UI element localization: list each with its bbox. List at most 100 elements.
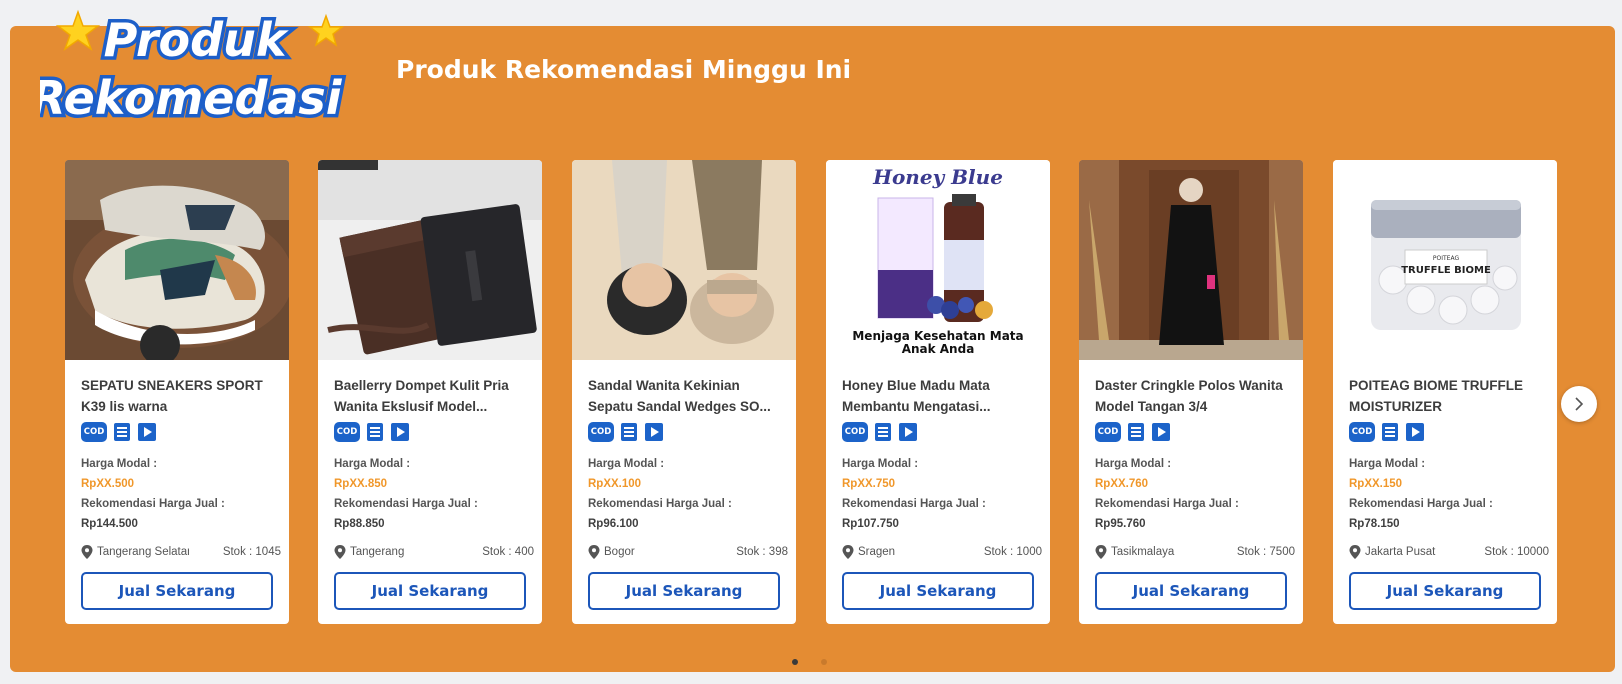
product-image-brand: Honey Blue [872, 165, 1003, 189]
jual-sekarang-button[interactable]: Jual Sekarang [1095, 572, 1287, 610]
product-name[interactable]: SEPATU SNEAKERS SPORT K39 lis warna [81, 375, 281, 417]
video-icon [1152, 423, 1170, 441]
rekomendasi-harga-value: Rp88.850 [334, 518, 385, 530]
rekomendasi-harga-value: Rp144.500 [81, 518, 138, 530]
video-icon [645, 423, 663, 441]
location-pin-icon [334, 545, 346, 559]
location-pin-icon [1095, 545, 1107, 559]
product-card[interactable]: Honey Blue Menjaga Kesehatan Mata Anak A… [826, 160, 1050, 624]
product-card[interactable]: Daster Cringkle Polos Wanita Model Tanga… [1079, 160, 1303, 624]
pagination-dot-active[interactable] [792, 659, 798, 665]
location-city: Tangerang [350, 546, 405, 558]
product-image[interactable] [1079, 160, 1303, 360]
rekomendasi-harga-value: Rp95.760 [1095, 518, 1146, 530]
rekomendasi-harga-value: Rp96.100 [588, 518, 639, 530]
video-icon [138, 423, 156, 441]
harga-modal-value: RpXX.760 [1095, 478, 1149, 490]
product-card[interactable]: POITEAG TRUFFLE BIOME POITEAG BIOME TRUF… [1333, 160, 1557, 624]
document-icon [114, 423, 130, 441]
produk-rekomendasi-logo: Produk Rekomedasi [27, 4, 360, 134]
product-image[interactable] [572, 160, 796, 360]
harga-modal-value: RpXX.850 [334, 478, 388, 490]
carousel-next-button[interactable] [1561, 386, 1597, 422]
product-name[interactable]: Honey Blue Madu Mata Membantu Mengatasi.… [842, 375, 1042, 417]
pagination-dot[interactable] [821, 659, 827, 665]
product-card[interactable]: Baellerry Dompet Kulit Pria Wanita Ekslu… [318, 160, 542, 624]
stock-count: Stok : 1000 [983, 546, 1042, 558]
product-card[interactable]: Sandal Wanita Kekinian Sepatu Sandal Wed… [572, 160, 796, 624]
location-city: Sragen [858, 546, 896, 558]
stock-count: Stok : 7500 [1236, 546, 1295, 558]
product-image[interactable] [318, 160, 542, 360]
location-city: Jakarta Pusat [1365, 546, 1436, 558]
harga-modal-label: Harga Modal : [588, 458, 665, 470]
jual-sekarang-button[interactable]: Jual Sekarang [588, 572, 780, 610]
harga-modal-label: Harga Modal : [1095, 458, 1172, 470]
product-location: Jakarta Pusat Stok : 10000 [1349, 545, 1549, 561]
document-icon [621, 423, 637, 441]
location-city: Tangerang Selatan [97, 546, 189, 558]
harga-modal-value: RpXX.150 [1349, 478, 1403, 490]
cod-badge-icon: COD [334, 422, 360, 442]
document-icon [367, 423, 383, 441]
rekomendasi-harga-label: Rekomendasi Harga Jual : [588, 498, 732, 510]
rekomendasi-harga-label: Rekomendasi Harga Jual : [334, 498, 478, 510]
rekomendasi-harga-label: Rekomendasi Harga Jual : [1095, 498, 1239, 510]
jual-sekarang-button[interactable]: Jual Sekarang [81, 572, 273, 610]
video-icon [391, 423, 409, 441]
jual-sekarang-button[interactable]: Jual Sekarang [334, 572, 526, 610]
jual-sekarang-button[interactable]: Jual Sekarang [1349, 572, 1541, 610]
product-name[interactable]: Baellerry Dompet Kulit Pria Wanita Ekslu… [334, 375, 534, 417]
star-icon [307, 13, 345, 47]
cod-badge-icon: COD [1349, 422, 1375, 442]
stock-count: Stok : 1045 [222, 546, 281, 558]
stock-count: Stok : 400 [482, 546, 534, 558]
harga-modal-value: RpXX.100 [588, 478, 642, 490]
product-badges: COD [334, 422, 410, 444]
stock-count: Stok : 398 [736, 546, 788, 558]
product-image-caption-2: Anak Anda [902, 342, 975, 356]
harga-modal-label: Harga Modal : [81, 458, 158, 470]
product-name[interactable]: Daster Cringkle Polos Wanita Model Tanga… [1095, 375, 1295, 417]
video-icon [899, 423, 917, 441]
product-location: Tangerang Selatan Stok : 1045 [81, 545, 281, 561]
cod-badge-icon: COD [81, 422, 107, 442]
document-icon [1382, 423, 1398, 441]
product-image-caption-1: Menjaga Kesehatan Mata [852, 329, 1023, 343]
product-location: Tangerang Stok : 400 [334, 545, 534, 561]
location-city: Tasikmalaya [1111, 546, 1175, 558]
product-image-brand: POITEAG [1433, 255, 1460, 262]
logo-line2: Rekomedasi [40, 71, 343, 125]
video-icon [1406, 423, 1424, 441]
document-icon [1128, 423, 1144, 441]
rekomendasi-harga-value: Rp107.750 [842, 518, 899, 530]
location-pin-icon [81, 545, 93, 559]
product-location: Sragen Stok : 1000 [842, 545, 1042, 561]
harga-modal-label: Harga Modal : [842, 458, 919, 470]
product-badges: COD [588, 422, 664, 444]
harga-modal-label: Harga Modal : [1349, 458, 1426, 470]
product-image[interactable] [65, 160, 289, 360]
product-card[interactable]: SEPATU SNEAKERS SPORT K39 lis warna COD … [65, 160, 289, 624]
product-name[interactable]: POITEAG BIOME TRUFFLE MOISTURIZER [1349, 375, 1549, 417]
location-pin-icon [842, 545, 854, 559]
harga-modal-value: RpXX.500 [81, 478, 135, 490]
cod-badge-icon: COD [842, 422, 868, 442]
product-image[interactable]: Honey Blue Menjaga Kesehatan Mata Anak A… [826, 160, 1050, 360]
jual-sekarang-button[interactable]: Jual Sekarang [842, 572, 1034, 610]
rekomendasi-harga-label: Rekomendasi Harga Jual : [81, 498, 225, 510]
location-pin-icon [588, 545, 600, 559]
stock-count: Stok : 10000 [1484, 546, 1549, 558]
location-pin-icon [1349, 545, 1361, 559]
logo-line1: Produk [104, 13, 289, 67]
star-icon [55, 9, 101, 51]
product-badges: COD [1349, 422, 1425, 444]
document-icon [875, 423, 891, 441]
harga-modal-label: Harga Modal : [334, 458, 411, 470]
chevron-right-icon [1575, 397, 1584, 411]
product-name[interactable]: Sandal Wanita Kekinian Sepatu Sandal Wed… [588, 375, 788, 417]
cod-badge-icon: COD [1095, 422, 1121, 442]
rekomendasi-harga-label: Rekomendasi Harga Jual : [842, 498, 986, 510]
rekomendasi-harga-value: Rp78.150 [1349, 518, 1400, 530]
product-image[interactable]: POITEAG TRUFFLE BIOME [1333, 160, 1557, 360]
